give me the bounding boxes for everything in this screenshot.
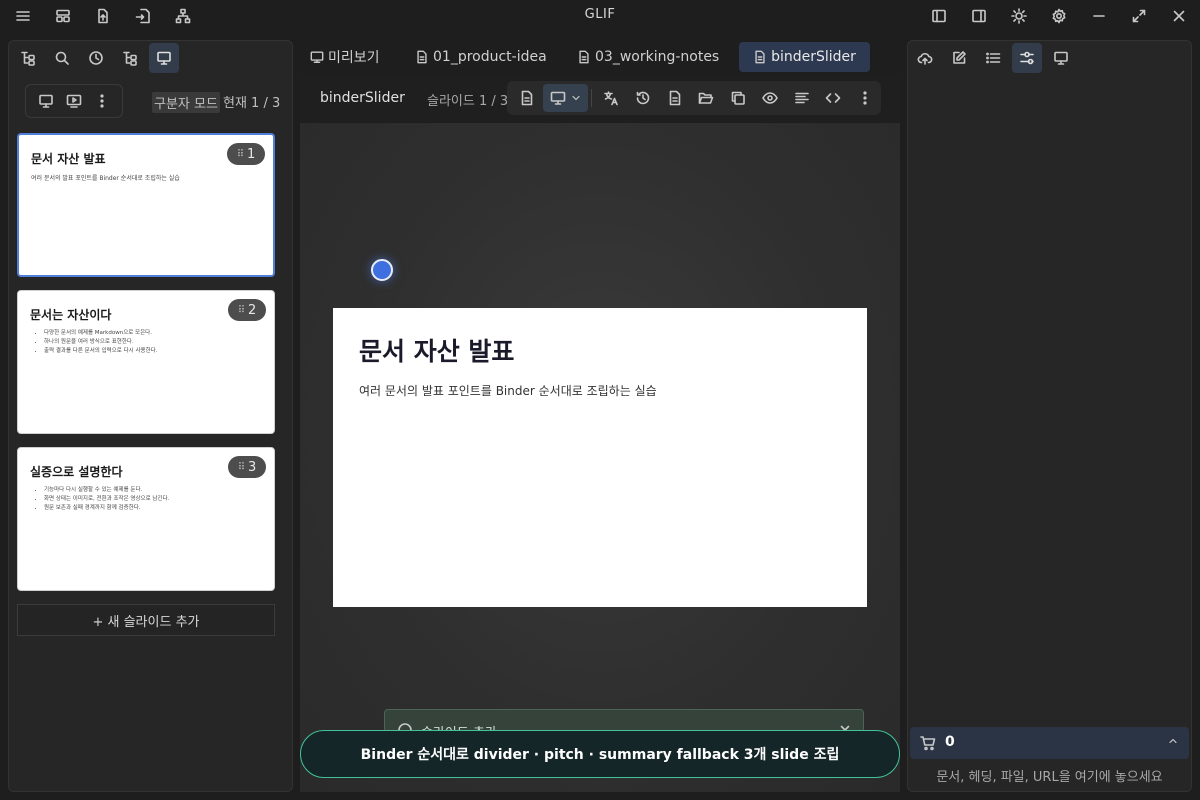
slide-thumbnail-2[interactable]: 문서는 자산이다 다양한 문서의 예제를 Markdown으로 모은다. 하나의… [17, 290, 275, 434]
presentation-icon[interactable] [38, 93, 54, 109]
document-tab-bar: 미리보기 01_product-idea 03_working-notes bi… [300, 40, 900, 74]
slide-thumbnail-3[interactable]: 실증으로 설명한다 기능마다 다시 실행할 수 있는 예제를 둔다. 화면 상태… [17, 447, 275, 591]
slide-number-badge[interactable]: ⠿ 3 [228, 456, 266, 478]
left-sidebar-toggle-icon[interactable] [924, 4, 954, 28]
presentation-icon [550, 91, 565, 105]
presentation-icon[interactable] [149, 43, 179, 73]
chevron-up-icon[interactable] [1167, 735, 1179, 747]
cursor-indicator [371, 259, 393, 281]
document-icon [417, 50, 427, 64]
history-icon[interactable] [81, 43, 111, 73]
slide-thumbnail-bullet: 다양한 문서의 예제를 Markdown으로 모은다. [44, 329, 262, 338]
maximize-icon[interactable] [1124, 4, 1154, 28]
tab-preview[interactable]: 미리보기 [302, 42, 388, 72]
screen-play-icon[interactable] [66, 93, 82, 109]
slide-thumbnail-bullet: 출력 결과를 다른 문서의 입력으로 다시 사용한다. [44, 347, 262, 356]
current-slide-indicator: 현재 1 / 3 [223, 96, 281, 111]
slide-thumbnail-bullet: 하나의 원문을 여러 방식으로 표현한다. [44, 338, 262, 347]
outline-tree-icon[interactable] [115, 43, 145, 73]
tree-view-icon[interactable] [13, 43, 43, 73]
monitor-icon [310, 51, 324, 63]
slide-thumbnail-bullet: 화면 상태는 이미지로, 전환과 조작은 영상으로 남긴다. [44, 495, 262, 504]
slide-outline-panel: 구분자 모드 현재 1 / 3 문서 자산 발표 여러 문서의 발표 포인트를 … [8, 40, 293, 792]
presentation-mode-dropdown[interactable] [542, 84, 589, 112]
search-icon[interactable] [47, 43, 77, 73]
slide-subtitle: 여러 문서의 발표 포인트를 Binder 순서대로 조립하는 실습 [359, 384, 657, 398]
translate-icon[interactable] [595, 84, 627, 112]
basket-count: 0 [945, 734, 955, 750]
presentation-icon[interactable] [1046, 43, 1076, 73]
current-slide[interactable]: 문서 자산 발표 여러 문서의 발표 포인트를 Binder 순서대로 조립하는… [333, 308, 867, 607]
history-icon[interactable] [627, 84, 659, 112]
slide-stage: 문서 자산 발표 여러 문서의 발표 포인트를 Binder 순서대로 조립하는… [300, 123, 900, 792]
file-text-icon[interactable] [659, 84, 691, 112]
toast-notification: Binder 순서대로 divider · pitch · summary fa… [300, 730, 900, 778]
close-icon[interactable] [1164, 4, 1194, 28]
copy-icon[interactable] [722, 84, 754, 112]
tab-binderslider[interactable]: binderSlider [739, 42, 870, 72]
slide-title: 문서 자산 발표 [359, 337, 515, 366]
divider-mode-toggle[interactable]: 구분자 모드 [152, 92, 220, 113]
gear-icon[interactable] [1044, 4, 1074, 28]
document-header: binderSlider 슬라이드 1 / 3 [300, 76, 900, 122]
document-view-icon[interactable] [511, 84, 543, 112]
right-sidebar: 0 문서, 헤딩, 파일, URL을 여기에 놓으세요 [907, 40, 1192, 792]
slide-counter: 슬라이드 1 / 3 [427, 94, 509, 109]
folder-open-icon[interactable] [691, 84, 723, 112]
list-icon[interactable] [978, 43, 1008, 73]
document-toolbar [507, 81, 881, 115]
more-vertical-icon[interactable] [94, 93, 110, 109]
slide-toolbar [25, 84, 123, 118]
more-vertical-icon[interactable] [849, 84, 881, 112]
align-left-icon[interactable] [786, 84, 818, 112]
right-sidebar-toggle-icon[interactable] [964, 4, 994, 28]
document-title: binderSlider [320, 90, 405, 106]
slide-thumbnail-1[interactable]: 문서 자산 발표 여러 문서의 발표 포인트를 Binder 순서대로 조립하는… [17, 133, 275, 277]
toolbar-divider [591, 89, 593, 107]
tab-01-product-idea[interactable]: 01_product-idea [407, 42, 555, 72]
slide-thumbnail-bullet: 원문 보존과 실패 경계까지 함께 검증한다. [44, 504, 262, 513]
drag-handle-icon[interactable]: ⠿ [237, 149, 244, 160]
add-slide-button[interactable]: + 새 슬라이드 추가 [17, 604, 275, 636]
title-bar: GLIF [0, 0, 1200, 32]
document-icon [579, 50, 589, 64]
slide-thumbnail-subtitle: 여러 문서의 발표 포인트를 Binder 순서대로 조립하는 실습 [31, 175, 180, 182]
tab-03-working-notes[interactable]: 03_working-notes [569, 42, 727, 72]
drop-zone-hint: 문서, 헤딩, 파일, URL을 여기에 놓으세요 [936, 770, 1163, 785]
cloud-upload-icon[interactable] [910, 43, 940, 73]
eye-icon[interactable] [754, 84, 786, 112]
slide-number-badge[interactable]: ⠿ 1 [227, 143, 265, 165]
sun-icon[interactable] [1004, 4, 1034, 28]
drag-handle-icon[interactable]: ⠿ [238, 305, 245, 316]
basket-bar[interactable]: 0 [910, 727, 1189, 759]
code-icon[interactable] [817, 84, 849, 112]
cart-icon [920, 735, 936, 751]
slide-number-badge[interactable]: ⠿ 2 [228, 299, 266, 321]
document-icon [755, 50, 765, 64]
slide-thumbnail-bullet: 기능마다 다시 실행할 수 있는 예제를 둔다. [44, 486, 262, 495]
minimize-icon[interactable] [1084, 4, 1114, 28]
drag-handle-icon[interactable]: ⠿ [238, 462, 245, 473]
edit-icon[interactable] [944, 43, 974, 73]
sliders-icon[interactable] [1012, 43, 1042, 73]
chevron-down-icon [571, 95, 580, 101]
